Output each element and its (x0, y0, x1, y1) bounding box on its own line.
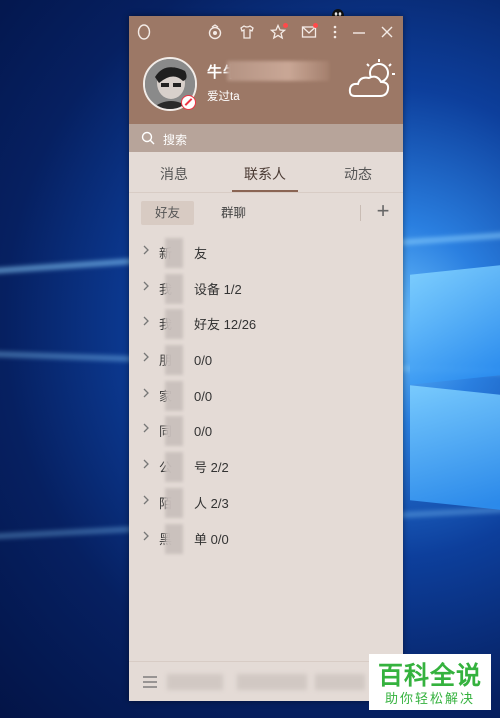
more-icon[interactable] (327, 24, 343, 40)
toolbar-blur-mask (167, 674, 223, 690)
friend-group-row[interactable]: 陌人 2/3 (129, 485, 403, 521)
filter-friends[interactable]: 好友 (141, 201, 195, 225)
contacts-filter-bar: 好友 群聊 + (129, 199, 403, 227)
group-name-blur-mask (165, 452, 183, 483)
chevron-right-icon (143, 316, 149, 326)
star-notification-dot (283, 23, 288, 28)
group-name-blur-mask (165, 487, 183, 518)
chevron-right-icon (143, 352, 149, 362)
tab-contacts[interactable]: 联系人 (220, 164, 310, 184)
friend-group-row[interactable]: 黑单 0/0 (129, 521, 403, 557)
watermark-title: 百科全说 (377, 662, 482, 690)
do-not-disturb-status-icon[interactable] (181, 95, 196, 110)
group-name-suffix: 设备 1/2 (194, 281, 242, 297)
friend-group-row[interactable]: 公号 2/2 (129, 449, 403, 485)
toolbar-blur-mask (315, 674, 365, 690)
group-name-suffix: 友 (194, 246, 208, 261)
add-contact-button[interactable]: + (373, 200, 393, 224)
watermark-subtitle: 助你轻松解决 (384, 691, 475, 706)
group-name-blur-mask (165, 309, 183, 340)
main-menu-icon[interactable] (142, 675, 158, 689)
friend-group-row[interactable]: 家0/0 (129, 378, 403, 414)
friend-group-row[interactable]: 我好友 12/26 (129, 306, 403, 342)
search-input[interactable]: 搜索 (163, 131, 187, 148)
chevron-right-icon (143, 459, 149, 469)
bottom-toolbar (129, 661, 403, 701)
tab-messages[interactable]: 消息 (129, 164, 219, 184)
nickname-blur-mask (227, 61, 329, 81)
group-name-suffix: 0/0 (194, 353, 213, 369)
chevron-right-icon (143, 388, 149, 398)
chevron-right-icon (143, 423, 149, 433)
windows-logo (400, 265, 500, 525)
group-name-blur-mask (165, 238, 183, 268)
toolbar-blur-mask (237, 674, 307, 690)
medal-icon[interactable] (207, 24, 223, 40)
group-name-suffix: 0/0 (194, 388, 213, 404)
qq-penguin-icon[interactable] (137, 24, 153, 40)
group-name-blur-mask (165, 380, 183, 411)
signature[interactable]: 爱过ta (207, 88, 240, 104)
group-name-suffix: 人 2/3 (194, 495, 229, 511)
close-icon[interactable] (379, 24, 395, 40)
friend-group-list: 新友我设备 1/2我好友 12/26朋0/0家0/0同0/0公号 2/2陌人 2… (129, 235, 403, 556)
group-name-suffix: 号 2/2 (194, 460, 229, 476)
friend-group-row[interactable]: 同0/0 (129, 413, 403, 449)
group-name-blur-mask (165, 523, 183, 554)
baike-watermark: 百科全说 助你轻松解决 (369, 654, 491, 710)
qq-main-window: 牛牛 爱过ta 搜索 消息 联系人 动态 好友 群聊 + 友 设备 1/2 好友… (129, 16, 403, 701)
weather-sun-cloud-icon[interactable] (347, 58, 399, 100)
group-name-blur-mask (165, 345, 183, 376)
main-tabs: 消息 联系人 动态 (129, 152, 403, 193)
minimize-icon[interactable] (351, 24, 367, 40)
group-name-suffix: 0/0 (194, 424, 213, 440)
group-name-blur-mask (165, 273, 183, 304)
shirt-icon[interactable] (239, 24, 255, 40)
search-icon (141, 131, 155, 145)
chevron-right-icon (143, 281, 149, 291)
search-bar[interactable]: 搜索 (129, 124, 403, 152)
chevron-right-icon (143, 245, 149, 255)
chevron-right-icon (143, 495, 149, 505)
profile-header: 牛牛 爱过ta (129, 16, 403, 124)
group-name-suffix: 单 0/0 (194, 531, 229, 547)
friend-group-row[interactable]: 朋0/0 (129, 342, 403, 378)
group-name-blur-mask (165, 416, 183, 447)
friend-group-row[interactable]: 我设备 1/2 (129, 271, 403, 307)
tab-dynamics[interactable]: 动态 (313, 164, 403, 184)
filter-groups[interactable]: 群聊 (207, 201, 260, 225)
chevron-right-icon (143, 531, 149, 540)
filter-divider (360, 205, 361, 221)
title-bar (129, 16, 403, 48)
friend-group-row[interactable]: 新友 (129, 235, 403, 271)
active-tab-indicator (232, 190, 298, 192)
mail-notification-dot (313, 23, 318, 28)
group-name-suffix: 好友 12/26 (194, 317, 257, 333)
